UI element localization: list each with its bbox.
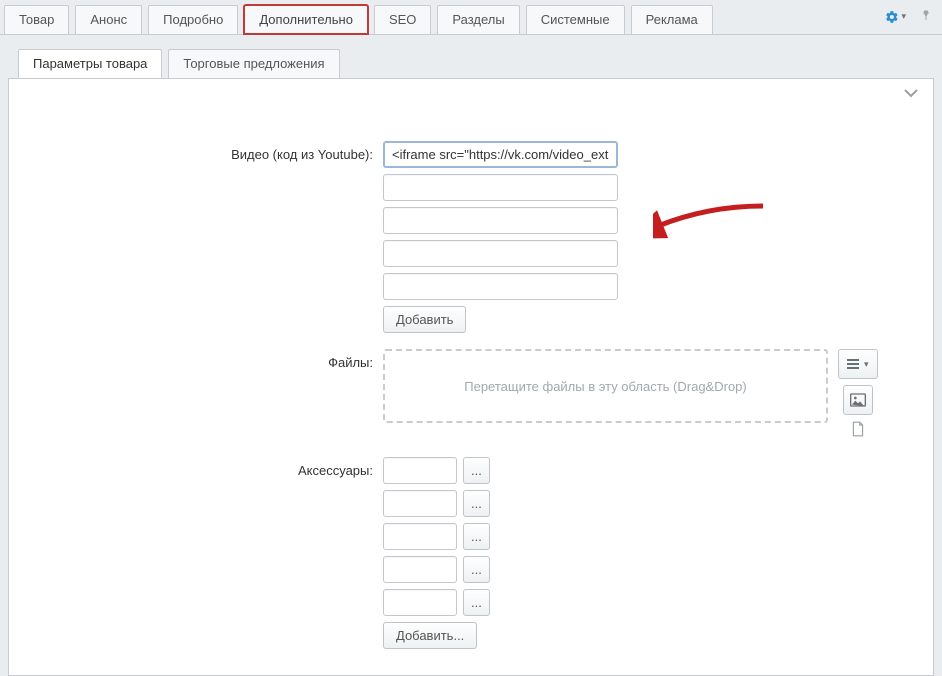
accessory-input-3[interactable] — [383, 523, 457, 550]
gear-icon — [885, 10, 899, 24]
panel-collapse-toggle[interactable] — [903, 87, 919, 102]
accessories-label: Аксессуары: — [33, 457, 383, 478]
file-dropzone[interactable]: Перетащите файлы в эту область (Drag&Dro… — [383, 349, 828, 423]
tab-product[interactable]: Товар — [4, 5, 69, 34]
sub-tab-row: Параметры товара Торговые предложения — [8, 35, 934, 79]
settings-dropdown[interactable]: ▾ — [885, 10, 906, 24]
accessory-input-1[interactable] — [383, 457, 457, 484]
caret-down-icon: ▾ — [864, 359, 869, 370]
document-icon — [851, 421, 865, 441]
tab-additional[interactable]: Дополнительно — [244, 5, 368, 34]
video-input-5[interactable] — [383, 273, 618, 300]
menu-icon — [847, 359, 859, 369]
top-tools: ▾ — [885, 8, 932, 25]
files-field: Перетащите файлы в эту область (Drag&Dro… — [383, 349, 903, 441]
chevron-down-icon — [903, 87, 919, 99]
accessory-line-5: ... — [383, 589, 853, 616]
pin-button[interactable] — [920, 8, 932, 25]
files-row: Файлы: Перетащите файлы в эту область (D… — [33, 349, 909, 441]
content-panel: Видео (код из Youtube): Добавить Файлы: — [8, 79, 934, 676]
accessory-line-2: ... — [383, 490, 853, 517]
tab-announce[interactable]: Анонс — [75, 5, 142, 34]
pin-icon — [920, 8, 932, 22]
accessory-input-4[interactable] — [383, 556, 457, 583]
accessory-browse-5[interactable]: ... — [463, 589, 490, 616]
video-add-button[interactable]: Добавить — [383, 306, 466, 333]
subtab-offers[interactable]: Торговые предложения — [168, 49, 339, 78]
video-input-3[interactable] — [383, 207, 618, 234]
accessory-line-4: ... — [383, 556, 853, 583]
dropzone-side-controls: ▾ — [838, 349, 878, 441]
caret-down-icon: ▾ — [901, 11, 906, 22]
tab-seo[interactable]: SEO — [374, 5, 431, 34]
video-input-2[interactable] — [383, 174, 618, 201]
accessory-browse-2[interactable]: ... — [463, 490, 490, 517]
accessory-input-5[interactable] — [383, 589, 457, 616]
accessory-browse-4[interactable]: ... — [463, 556, 490, 583]
image-icon — [850, 393, 866, 407]
tab-system[interactable]: Системные — [526, 5, 625, 34]
files-label: Файлы: — [33, 349, 383, 370]
video-fields: Добавить — [383, 141, 853, 333]
accessories-row: Аксессуары: ... ... ... ... ... До — [33, 457, 909, 649]
main-tab-row: Товар Анонс Подробно Дополнительно SEO Р… — [0, 0, 942, 35]
tab-sections[interactable]: Разделы — [437, 5, 519, 34]
accessory-add-button[interactable]: Добавить... — [383, 622, 477, 649]
video-input-4[interactable] — [383, 240, 618, 267]
video-row: Видео (код из Youtube): Добавить — [33, 141, 909, 333]
accessory-browse-1[interactable]: ... — [463, 457, 490, 484]
accessory-line-3: ... — [383, 523, 853, 550]
file-menu-button[interactable]: ▾ — [838, 349, 878, 379]
dropzone-wrap: Перетащите файлы в эту область (Drag&Dro… — [383, 349, 903, 441]
image-picker-button[interactable] — [843, 385, 873, 415]
subtab-params[interactable]: Параметры товара — [18, 49, 162, 78]
tab-ad[interactable]: Реклама — [631, 5, 713, 34]
accessory-browse-3[interactable]: ... — [463, 523, 490, 550]
accessory-line-1: ... — [383, 457, 853, 484]
video-label: Видео (код из Youtube): — [33, 141, 383, 162]
video-input-1[interactable] — [383, 141, 618, 168]
dropzone-text: Перетащите файлы в эту область (Drag&Dro… — [464, 379, 746, 394]
tab-detail[interactable]: Подробно — [148, 5, 238, 34]
accessory-input-2[interactable] — [383, 490, 457, 517]
accessories-fields: ... ... ... ... ... Добавить... — [383, 457, 853, 649]
